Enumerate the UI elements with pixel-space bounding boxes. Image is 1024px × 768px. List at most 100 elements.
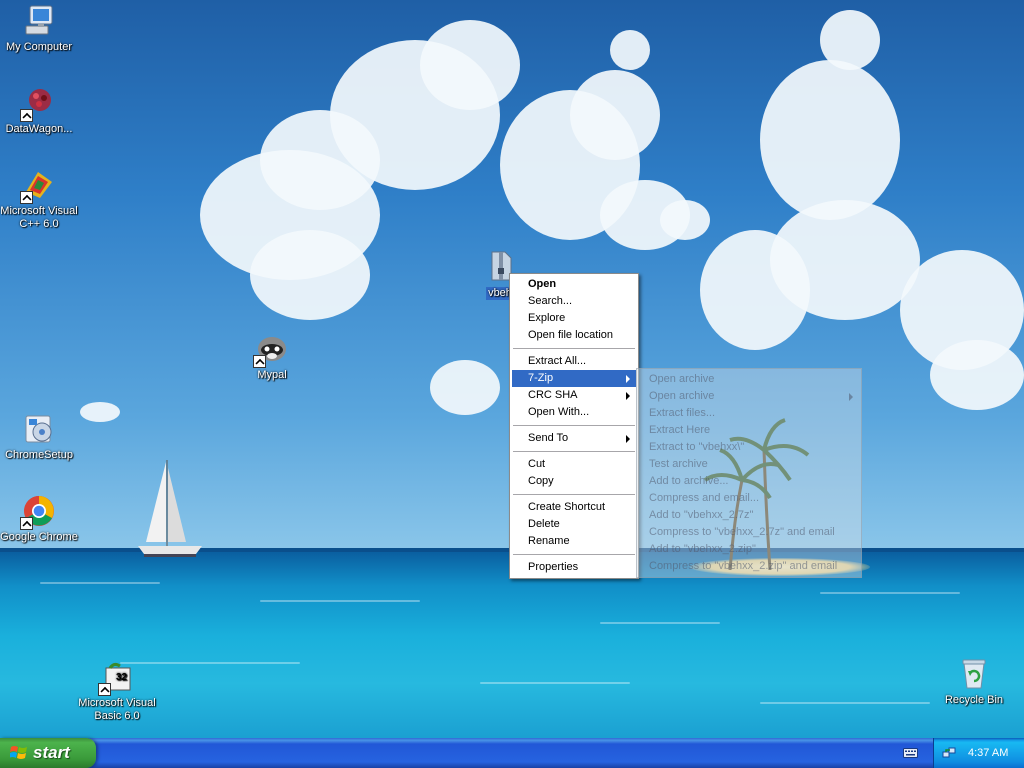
submenu-arrow-icon [849, 393, 853, 401]
menu-item-label: Delete [528, 518, 560, 530]
shortcut-arrow-icon [253, 355, 266, 368]
shortcut-arrow-icon [98, 683, 111, 696]
menu-item-open[interactable]: Open [512, 276, 636, 293]
sevenzip-item[interactable]: Compress to "vbehxx_2.zip" and email [639, 558, 859, 575]
sevenzip-item-label: Extract Here [649, 424, 711, 436]
sevenzip-item[interactable]: Compress to "vbehxx_2.7z" and email [639, 524, 859, 541]
desktop-icon-label: Microsoft Visual Basic 6.0 [78, 697, 156, 722]
menu-item-search[interactable]: Search... [512, 293, 636, 310]
submenu-arrow-icon [626, 392, 630, 400]
sevenzip-item-label: Add to archive... [649, 475, 729, 487]
sevenzip-item[interactable]: Extract to "vbehxx\" [639, 439, 859, 456]
desktop-icon-visual-cpp[interactable]: Microsoft Visual C++ 6.0 [0, 168, 81, 231]
desktop-icon-label: Microsoft Visual C++ 6.0 [0, 205, 78, 230]
menu-item-label: CRC SHA [528, 389, 578, 401]
sevenzip-item[interactable]: Add to "vbehxx_2.zip" [639, 541, 859, 558]
menu-item-explore[interactable]: Explore [512, 310, 636, 327]
menu-item-label: Rename [528, 535, 570, 547]
desktop-icon-my-computer[interactable]: My Computer [0, 4, 81, 54]
shortcut-arrow-icon [20, 191, 33, 204]
keyboard-icon[interactable] [903, 747, 918, 759]
menu-separator [513, 554, 635, 555]
sevenzip-item-label: Extract to "vbehxx\" [649, 441, 745, 453]
chrome-icon [20, 494, 56, 530]
visual-basic-icon: 32 [98, 660, 134, 696]
desktop-icon-datawagon[interactable]: DataWagon... [0, 86, 81, 136]
menu-item-label: 7-Zip [528, 372, 554, 384]
desktop-icon-label: Mypal [257, 369, 287, 381]
sevenzip-item-label: Test archive [649, 458, 708, 470]
menu-item-crc-sha[interactable]: CRC SHA [512, 387, 636, 404]
desktop-icon-label: Google Chrome [0, 531, 78, 543]
windows-logo-icon [10, 746, 27, 759]
sevenzip-item-label: Open archive [649, 390, 715, 402]
datawagon-icon [20, 86, 56, 122]
network-icon[interactable] [942, 746, 956, 760]
menu-item-label: Extract All... [528, 355, 587, 367]
desktop-icon-google-chrome[interactable]: Google Chrome [0, 494, 81, 544]
menu-item-label: Open file location [528, 329, 613, 341]
menu-item-label: Copy [528, 475, 554, 487]
desktop-icon-recycle-bin[interactable]: Recycle Bin [932, 657, 1016, 707]
svg-text:32: 32 [116, 672, 128, 683]
menu-item-delete[interactable]: Delete [512, 516, 636, 533]
menu-item-label: Cut [528, 458, 546, 470]
sevenzip-item[interactable]: Test archive [639, 456, 859, 473]
sevenzip-item[interactable]: Add to "vbehxx_2.7z" [639, 507, 859, 524]
menu-item-cut[interactable]: Cut [512, 456, 636, 473]
menu-item-send-to[interactable]: Send To [512, 430, 636, 447]
menu-item-label: Open With... [528, 406, 590, 418]
mypal-icon [253, 332, 289, 368]
sevenzip-item-label: Compress and email... [649, 492, 760, 504]
sevenzip-item-label: Add to "vbehxx_2.7z" [649, 509, 754, 521]
desktop-icon-label: ChromeSetup [5, 449, 73, 461]
menu-item-extract-all[interactable]: Extract All... [512, 353, 636, 370]
shortcut-arrow-icon [20, 109, 33, 122]
menu-item-label: Properties [528, 561, 579, 573]
sevenzip-item-label: Compress to "vbehxx_2.7z" and email [649, 526, 835, 538]
menu-separator [513, 348, 635, 349]
sevenzip-item-label: Compress to "vbehxx_2.zip" and email [649, 560, 838, 572]
sevenzip-item[interactable]: Open archive [639, 388, 859, 405]
menu-item-label: Open [528, 278, 557, 290]
sevenzip-item-label: Open archive [649, 373, 715, 385]
desktop-icon-mypal[interactable]: Mypal [230, 332, 314, 382]
menu-item-rename[interactable]: Rename [512, 533, 636, 550]
desktop-icon-label: DataWagon... [5, 123, 73, 135]
menu-item-open-with[interactable]: Open With... [512, 404, 636, 421]
shortcut-arrow-icon [20, 517, 33, 530]
recycle-bin-icon [957, 657, 991, 691]
menu-item-properties[interactable]: Properties [512, 559, 636, 576]
taskbar-clock[interactable]: 4:37 AM [968, 747, 1008, 759]
menu-item-7-zip[interactable]: 7-Zip [512, 370, 636, 387]
sevenzip-item[interactable]: Open archive [639, 371, 859, 388]
taskbar [0, 738, 1024, 768]
menu-separator [513, 425, 635, 426]
menu-item-copy[interactable]: Copy [512, 473, 636, 490]
visual-cpp-icon [20, 168, 56, 204]
chrome-setup-icon [22, 412, 56, 446]
sailboat [138, 460, 202, 557]
menu-separator [513, 451, 635, 452]
sevenzip-item[interactable]: Add to archive... [639, 473, 859, 490]
submenu-arrow-icon [626, 375, 630, 383]
menu-item-open-file-location[interactable]: Open file location [512, 327, 636, 344]
menu-separator [513, 494, 635, 495]
context-menu: Open Search... Explore Open file location Ex… [509, 273, 639, 579]
sevenzip-item[interactable]: Extract Here [639, 422, 859, 439]
start-label: start [33, 743, 70, 762]
sevenzip-item-label: Add to "vbehxx_2.zip" [649, 543, 756, 555]
system-tray: 4:37 AM [933, 738, 1024, 768]
desktop-icon-label: Recycle Bin [944, 694, 1004, 706]
start-button[interactable]: start [0, 738, 96, 768]
my-computer-icon [22, 4, 56, 38]
menu-item-create-shortcut[interactable]: Create Shortcut [512, 499, 636, 516]
sevenzip-item-label: Extract files... [649, 407, 716, 419]
sevenzip-submenu: Open archive Open archive Extract files...… [636, 368, 862, 578]
submenu-arrow-icon [626, 435, 630, 443]
desktop-icon-chromesetup[interactable]: ChromeSetup [0, 412, 81, 462]
menu-item-label: Send To [528, 432, 569, 444]
sevenzip-item[interactable]: Compress and email... [639, 490, 859, 507]
desktop-icon-visual-basic[interactable]: 32 Microsoft Visual Basic 6.0 [75, 660, 159, 723]
sevenzip-item[interactable]: Extract files... [639, 405, 859, 422]
